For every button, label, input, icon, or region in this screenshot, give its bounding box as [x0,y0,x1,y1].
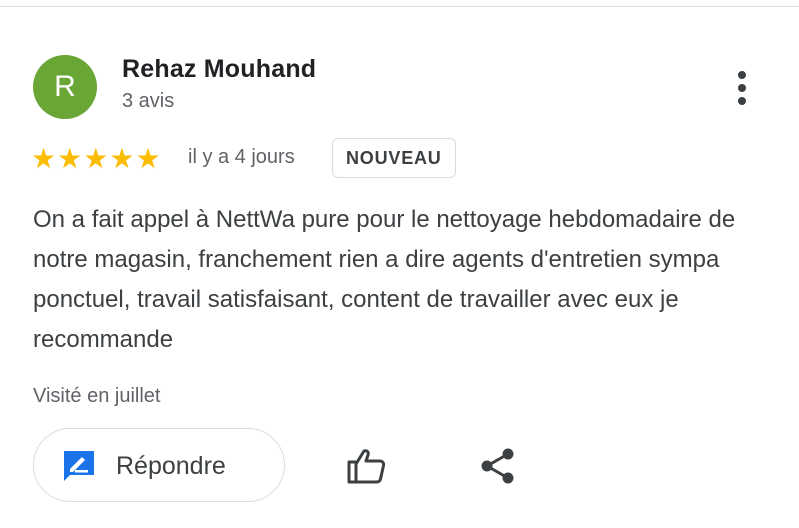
star-icon: ★ [109,142,135,175]
star-icon: ★ [31,142,57,175]
share-icon[interactable] [478,444,518,488]
more-vert-icon-dot [738,97,746,105]
reply-edit-icon [64,451,94,481]
avatar-initial: R [54,70,76,103]
thumbs-up-icon[interactable] [344,444,388,488]
avatar[interactable]: R [33,55,97,119]
star-icon: ★ [83,142,109,175]
author-name[interactable]: Rehaz Mouhand [122,55,316,84]
visit-date: Visité en juillet [33,385,161,407]
review-card: R Rehaz Mouhand 3 avis ★ ★ ★ ★ ★ il y a 4 jo… [0,0,799,528]
new-badge: NOUVEAU [332,138,456,178]
star-rating: ★ ★ ★ ★ ★ [31,145,161,173]
more-options-button[interactable] [722,66,762,110]
star-icon: ★ [135,142,161,175]
reply-button[interactable]: Répondre [33,428,285,502]
review-date: il y a 4 jours [188,146,295,168]
reply-label: Répondre [116,452,226,480]
author-review-count: 3 avis [122,90,175,112]
star-icon: ★ [57,142,83,175]
top-divider [0,6,799,7]
more-vert-icon [738,71,746,79]
more-vert-icon-dot [738,84,746,92]
review-text: On a fait appel à NettWa pure pour le ne… [33,206,736,353]
